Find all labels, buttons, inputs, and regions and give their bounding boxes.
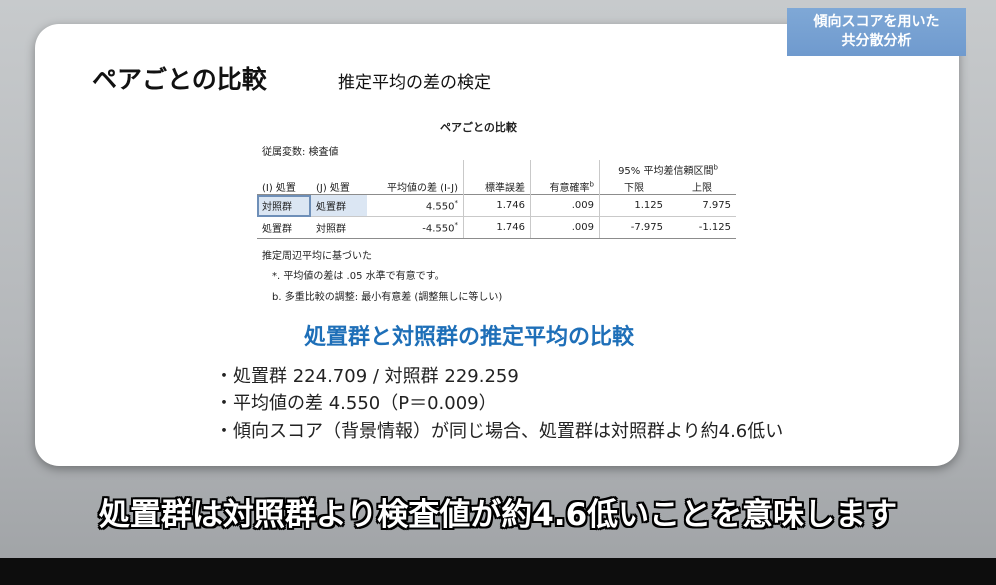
cell-lower[interactable]: 1.125 (599, 194, 668, 217)
cell-mean-diff[interactable]: 4.550* (367, 194, 464, 217)
header-upper: 上限 (692, 183, 712, 194)
cell-i[interactable]: 対照群 (257, 194, 311, 217)
cell-upper[interactable]: -1.125 (668, 216, 736, 239)
pairwise-comparison-table: 95% 平均差信頼区間b (I) 処置 (J) 処置 平均値の差 (I-J) 標… (257, 160, 736, 239)
bullet-item-3: ・傾向スコア（背景情報）が同じ場合、処置群は対照群より約4.6低い (215, 421, 784, 442)
slide-title: ペアごとの比較 (92, 65, 267, 94)
slide-subtitle: 推定平均の差の検定 (338, 73, 491, 93)
footnote-based-on: 推定周辺平均に基づいた (262, 251, 372, 262)
cell-sig[interactable]: .009 (530, 194, 600, 217)
cell-j[interactable]: 対照群 (311, 216, 367, 239)
topic-badge: 傾向スコアを用いた 共分散分析 (787, 8, 966, 56)
subtitle-caption: 処置群は対照群より検査値が約4.6低いことを意味します (98, 497, 898, 533)
cell-std-err[interactable]: 1.746 (463, 194, 531, 217)
table-row[interactable]: 処置群 対照群 -4.550* 1.746 .009 -7.975 -1.125 (257, 216, 736, 239)
header-mean-diff: 平均値の差 (I-J) (386, 183, 458, 194)
dependent-variable-label: 従属変数: 検査値 (262, 147, 339, 158)
header-i: (I) 処置 (262, 183, 296, 194)
header-sig: 有意確率b (530, 177, 600, 195)
header-j: (J) 処置 (316, 183, 350, 194)
footnote-b: b. 多重比較の調整: 最小有意差 (調整無しに等しい) (272, 292, 503, 303)
cell-upper[interactable]: 7.975 (668, 194, 736, 217)
cell-sig[interactable]: .009 (530, 216, 600, 239)
header-lower: 下限 (599, 177, 668, 195)
ci-header: 95% 平均差信頼区間b (599, 160, 736, 177)
footnote-star: *. 平均値の差は .05 水準で有意です。 (272, 271, 445, 282)
badge-line-2: 共分散分析 (841, 33, 912, 49)
badge-line-1: 傾向スコアを用いた (813, 14, 940, 30)
header-std-err: 標準誤差 (463, 177, 531, 195)
cell-std-err[interactable]: 1.746 (463, 216, 531, 239)
bullet-item-1: ・処置群 224.709 / 対照群 229.259 (215, 366, 519, 387)
cell-lower[interactable]: -7.975 (599, 216, 668, 239)
bottom-letterbox (0, 558, 996, 585)
table-row[interactable]: 対照群 処置群 4.550* 1.746 .009 1.125 7.975 (257, 194, 736, 217)
table-header-row-ci: 95% 平均差信頼区間b (257, 160, 736, 177)
table-header-row: (I) 処置 (J) 処置 平均値の差 (I-J) 標準誤差 有意確率b 下限 … (257, 177, 736, 195)
bullet-item-2: ・平均値の差 4.550（P＝0.009） (215, 393, 497, 414)
comparison-heading: 処置群と対照群の推定平均の比較 (304, 325, 635, 350)
cell-j[interactable]: 処置群 (311, 194, 367, 217)
table-title: ペアごとの比較 (440, 121, 517, 134)
cell-i[interactable]: 処置群 (257, 216, 311, 239)
cell-mean-diff[interactable]: -4.550* (367, 216, 464, 239)
